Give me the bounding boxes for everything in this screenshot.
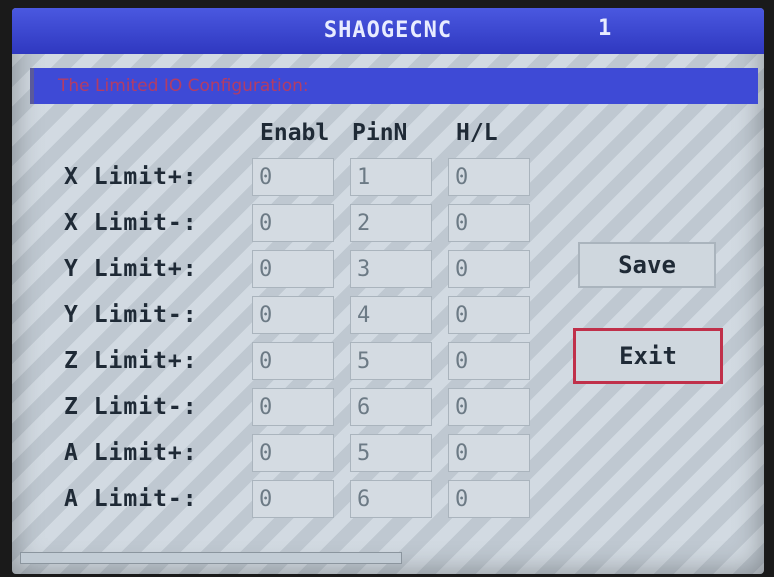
z-limit-minus-enable-field[interactable]: 0 bbox=[252, 388, 334, 426]
a-limit-plus-hl-field[interactable]: 0 bbox=[448, 434, 530, 472]
x-limit-minus-enable-field[interactable]: 0 bbox=[252, 204, 334, 242]
x-limit-plus-hl-field[interactable]: 0 bbox=[448, 158, 530, 196]
a-limit-plus-enable-field[interactable]: 0 bbox=[252, 434, 334, 472]
x-limit-minus-pin-field[interactable]: 2 bbox=[350, 204, 432, 242]
row-label-a-limit-minus: A Limit-: bbox=[64, 486, 198, 512]
y-limit-plus-enable-field[interactable]: 0 bbox=[252, 250, 334, 288]
z-limit-minus-hl-field[interactable]: 0 bbox=[448, 388, 530, 426]
z-limit-minus-pin-field[interactable]: 6 bbox=[350, 388, 432, 426]
y-limit-plus-pin-field[interactable]: 3 bbox=[350, 250, 432, 288]
cnc-screen: SHAOGECNC 1 The Limited IO Configuration… bbox=[12, 8, 764, 574]
a-limit-plus-pin-field[interactable]: 5 bbox=[350, 434, 432, 472]
a-limit-minus-hl-field[interactable]: 0 bbox=[448, 480, 530, 518]
z-limit-plus-pin-field[interactable]: 5 bbox=[350, 342, 432, 380]
y-limit-minus-hl-field[interactable]: 0 bbox=[448, 296, 530, 334]
section-header: The Limited IO Configuration: bbox=[30, 68, 758, 104]
row-label-z-limit-minus: Z Limit-: bbox=[64, 394, 198, 420]
row-label-y-limit-plus: Y Limit+: bbox=[64, 256, 198, 282]
row-label-x-limit-minus: X Limit-: bbox=[64, 210, 198, 236]
page-number: 1 bbox=[598, 16, 612, 41]
a-limit-minus-enable-field[interactable]: 0 bbox=[252, 480, 334, 518]
row-label-a-limit-plus: A Limit+: bbox=[64, 440, 198, 466]
row-label-y-limit-minus: Y Limit-: bbox=[64, 302, 198, 328]
y-limit-minus-pin-field[interactable]: 4 bbox=[350, 296, 432, 334]
column-header-pin: PinN bbox=[352, 120, 408, 146]
column-header-hl: H/L bbox=[456, 120, 498, 146]
z-limit-plus-hl-field[interactable]: 0 bbox=[448, 342, 530, 380]
exit-button[interactable]: Exit bbox=[573, 328, 723, 384]
row-label-z-limit-plus: Z Limit+: bbox=[64, 348, 198, 374]
save-button[interactable]: Save bbox=[578, 242, 716, 288]
y-limit-plus-hl-field[interactable]: 0 bbox=[448, 250, 530, 288]
x-limit-plus-enable-field[interactable]: 0 bbox=[252, 158, 334, 196]
x-limit-plus-pin-field[interactable]: 1 bbox=[350, 158, 432, 196]
z-limit-plus-enable-field[interactable]: 0 bbox=[252, 342, 334, 380]
y-limit-minus-enable-field[interactable]: 0 bbox=[252, 296, 334, 334]
title-bar: SHAOGECNC 1 bbox=[12, 8, 764, 54]
app-title: SHAOGECNC bbox=[323, 18, 453, 43]
section-title: The Limited IO Configuration: bbox=[58, 76, 309, 96]
x-limit-minus-hl-field[interactable]: 0 bbox=[448, 204, 530, 242]
row-label-x-limit-plus: X Limit+: bbox=[64, 164, 198, 190]
column-header-enable: Enabl bbox=[260, 120, 330, 146]
status-bar bbox=[20, 552, 402, 564]
a-limit-minus-pin-field[interactable]: 6 bbox=[350, 480, 432, 518]
